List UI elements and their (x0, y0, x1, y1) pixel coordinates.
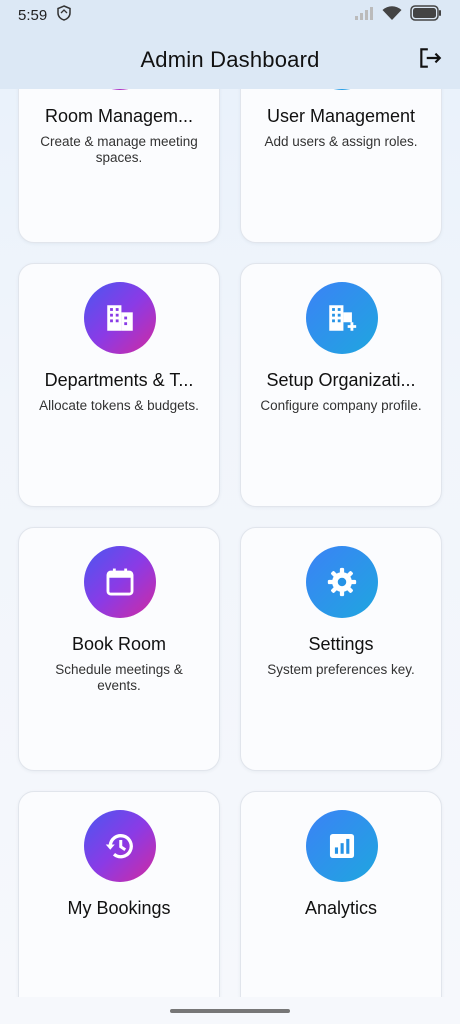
building-add-icon (306, 282, 378, 354)
card-title: User Management (266, 106, 416, 126)
group-icon (306, 89, 378, 90)
card-title: Settings (308, 634, 374, 654)
card-description: Schedule meetings & events. (55, 662, 183, 693)
card-description: Add users & assign roles. (264, 134, 418, 149)
page-title: Admin Dashboard (140, 46, 320, 72)
card-title: My Bookings (67, 898, 171, 918)
app-bar: Admin Dashboard (0, 30, 460, 89)
dashboard-card[interactable]: Book Room Schedule meetings & events. (18, 527, 220, 771)
card-description: Allocate tokens & budgets. (39, 398, 199, 413)
card-title: Departments & T... (44, 370, 194, 390)
signal-icon (354, 6, 374, 24)
wifi-icon (382, 5, 402, 25)
building-icon (84, 282, 156, 354)
shield-icon (57, 5, 71, 25)
analytics-icon (306, 810, 378, 882)
card-description: System preferences key. (267, 662, 415, 677)
battery-icon (410, 5, 442, 25)
dashboard-card[interactable]: Departments & T... Allocate tokens & budg… (18, 263, 220, 507)
dashboard-card[interactable]: Analytics (240, 791, 442, 997)
logout-button[interactable] (414, 44, 446, 76)
dashboard-card[interactable]: Setup Organizati... Configure company pro… (240, 263, 442, 507)
home-indicator[interactable] (170, 1009, 290, 1013)
dashboard-card[interactable]: User Management Add users & assign roles. (240, 89, 442, 243)
history-icon (84, 810, 156, 882)
card-title: Book Room (71, 634, 167, 654)
status-time: 5:59 (18, 6, 48, 24)
dashboard-grid[interactable]: Room Managem... Create & manage meeting s… (0, 89, 460, 997)
dashboard-card[interactable]: Room Managem... Create & manage meeting s… (18, 89, 220, 243)
dashboard-card[interactable]: My Bookings (18, 791, 220, 997)
gear-icon (306, 546, 378, 618)
card-description: Configure company profile. (260, 398, 422, 413)
calendar-icon (84, 546, 156, 618)
card-title: Setup Organizati... (266, 370, 416, 390)
logout-icon (417, 45, 443, 76)
card-title: Analytics (304, 898, 378, 918)
card-description: Create & manage meeting spaces. (40, 134, 198, 165)
door-icon (84, 89, 156, 90)
card-title: Room Managem... (44, 106, 194, 126)
dashboard-card[interactable]: Settings System preferences key. (240, 527, 442, 771)
status-bar: 5:59 (0, 0, 460, 30)
